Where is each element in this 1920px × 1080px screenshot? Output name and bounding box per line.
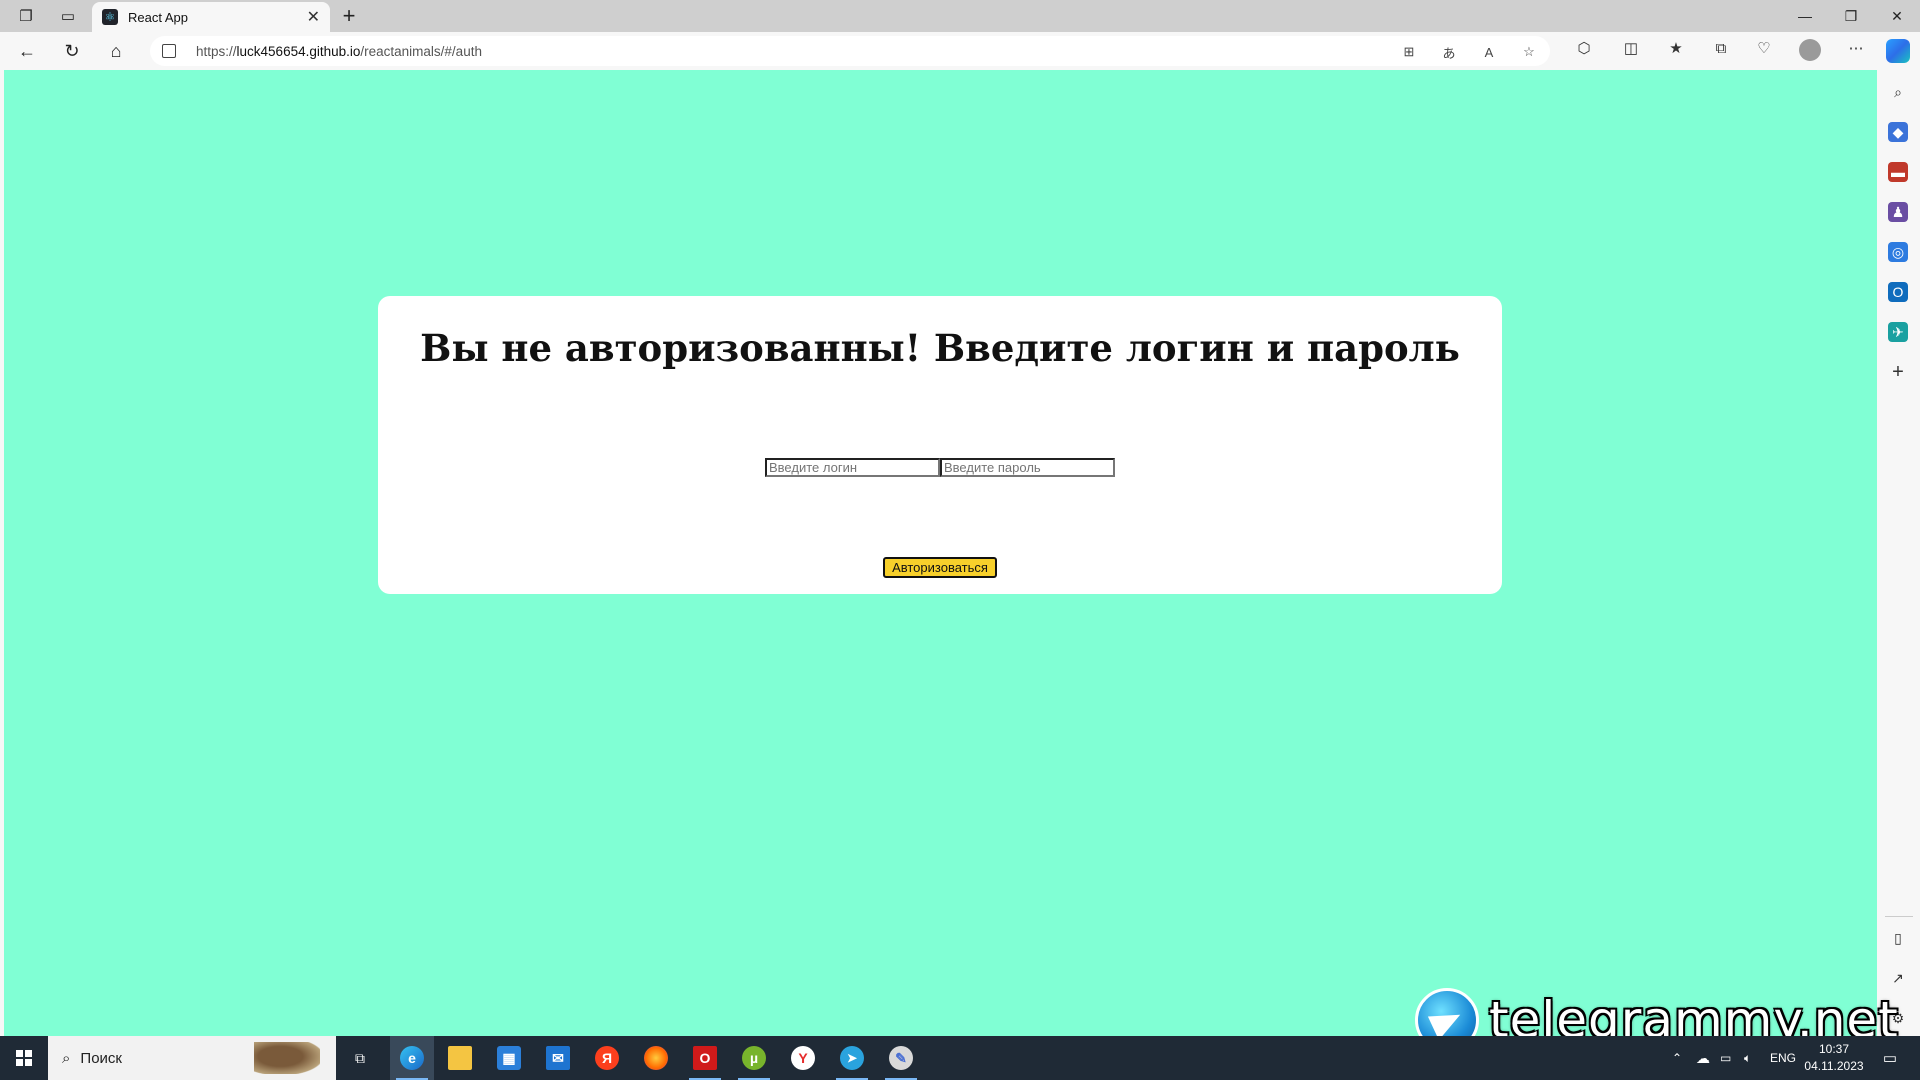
edge-taskbar-icon[interactable]: e bbox=[396, 1042, 428, 1074]
translate-icon[interactable]: あ bbox=[1440, 43, 1458, 61]
mail-icon[interactable]: ✉ bbox=[542, 1042, 574, 1074]
app-available-icon[interactable]: ⊞ bbox=[1400, 43, 1418, 61]
shopping-tag-icon[interactable]: ◆ bbox=[1888, 122, 1908, 142]
telegram-icon[interactable]: ➤ bbox=[836, 1042, 868, 1074]
react-icon: ⚛ bbox=[102, 9, 118, 25]
tab-title: React App bbox=[128, 9, 188, 25]
add-sidebar-app-icon[interactable]: + bbox=[1888, 361, 1908, 383]
games-icon[interactable]: ♟ bbox=[1888, 202, 1908, 222]
password-input[interactable] bbox=[940, 458, 1115, 477]
start-button[interactable] bbox=[0, 1036, 48, 1080]
read-aloud-icon[interactable]: A bbox=[1480, 43, 1498, 61]
active-tab[interactable]: ⚛ React App ✕ bbox=[92, 2, 330, 32]
hide-sidebar-icon[interactable]: ▯ bbox=[1888, 928, 1908, 948]
search-icon[interactable]: ⌕ bbox=[1888, 82, 1908, 102]
url-text: https://luck456654.github.io/reactanimal… bbox=[196, 43, 482, 59]
close-window-button[interactable]: ✕ bbox=[1874, 0, 1920, 32]
task-view-icon[interactable]: ⧉ bbox=[344, 1042, 376, 1074]
tab-strip: ❐ ▭ ⚛ React App ✕ + — ❐ ✕ bbox=[0, 0, 1920, 32]
credentials-row bbox=[765, 458, 1115, 477]
login-input[interactable] bbox=[765, 458, 940, 477]
profile-avatar[interactable] bbox=[1799, 39, 1821, 61]
page-viewport: Вы не авторизованны! Введите логин и пар… bbox=[4, 70, 1877, 1036]
split-screen-icon[interactable]: ◫ bbox=[1620, 37, 1642, 59]
favorites-icon[interactable]: ★ bbox=[1665, 37, 1687, 59]
extensions-icon[interactable]: ⬡ bbox=[1573, 37, 1595, 59]
paint-icon[interactable]: ✎ bbox=[885, 1042, 917, 1074]
auth-heading: Вы не авторизованны! Введите логин и пар… bbox=[420, 326, 1460, 370]
search-label: Поиск bbox=[80, 1049, 122, 1067]
authorize-button[interactable]: Авторизоваться bbox=[883, 557, 997, 578]
workspaces-icon[interactable]: ❐ bbox=[12, 4, 40, 28]
tray-chevron-icon[interactable]: ⌃ bbox=[1672, 1036, 1682, 1080]
browser-toolbar: ← ↻ ⌂ https://luck456654.github.io/react… bbox=[0, 32, 1920, 70]
notifications-icon[interactable]: ▭ bbox=[1878, 1046, 1902, 1070]
back-button[interactable]: ← bbox=[12, 37, 42, 65]
onedrive-icon[interactable]: ☁ bbox=[1696, 1036, 1710, 1080]
language-indicator[interactable]: ENG bbox=[1770, 1036, 1796, 1080]
utorrent-icon[interactable]: µ bbox=[738, 1042, 770, 1074]
tools-icon[interactable]: ▬ bbox=[1888, 162, 1908, 182]
tab-actions-icon[interactable]: ▭ bbox=[54, 4, 82, 28]
close-tab-icon[interactable]: ✕ bbox=[307, 7, 320, 27]
opera-icon[interactable]: O bbox=[689, 1042, 721, 1074]
drop-icon[interactable]: ✈ bbox=[1888, 322, 1908, 342]
open-external-icon[interactable]: ↗ bbox=[1888, 968, 1908, 988]
windows-taskbar: ⌕ Поиск ⧉ e ▦ ✉ Я O µ Y ➤ ✎ ⌃ ☁ ▭ 🔈︎ ENG… bbox=[0, 1036, 1920, 1080]
microsoft-store-icon[interactable]: ▦ bbox=[493, 1042, 525, 1074]
clock-time: 10:37 bbox=[1818, 1042, 1850, 1056]
search-highlight-image bbox=[254, 1042, 320, 1074]
network-icon[interactable]: ▭ bbox=[1720, 1036, 1731, 1080]
address-bar[interactable]: https://luck456654.github.io/reactanimal… bbox=[150, 36, 1550, 66]
microsoft365-icon[interactable]: ◎ bbox=[1888, 242, 1908, 262]
lock-icon[interactable] bbox=[162, 44, 176, 58]
browser-essentials-icon[interactable]: ♡ bbox=[1753, 37, 1775, 59]
edge-sidebar: ⌕ ◆ ▬ ♟ ◎ O ✈ + ▯ ↗ ⚙ bbox=[1877, 70, 1920, 1036]
yandex-icon[interactable]: Я bbox=[591, 1042, 623, 1074]
new-tab-button[interactable]: + bbox=[336, 3, 362, 29]
file-explorer-icon[interactable] bbox=[444, 1042, 476, 1074]
auth-card: Вы не авторизованны! Введите логин и пар… bbox=[378, 296, 1502, 594]
firefox-icon[interactable] bbox=[640, 1042, 672, 1074]
search-icon: ⌕ bbox=[62, 1049, 71, 1067]
more-menu-icon[interactable]: ⋯ bbox=[1845, 37, 1867, 59]
copilot-icon[interactable] bbox=[1886, 39, 1910, 63]
volume-icon[interactable]: 🔈︎ bbox=[1744, 1036, 1751, 1080]
outlook-icon[interactable]: O bbox=[1888, 282, 1908, 302]
collections-icon[interactable]: ⧉ bbox=[1710, 37, 1732, 59]
sidebar-divider bbox=[1885, 916, 1913, 917]
clock-date: 04.11.2023 bbox=[1804, 1059, 1864, 1073]
clock[interactable]: 10:37 04.11.2023 bbox=[1798, 1041, 1870, 1075]
favorite-star-icon[interactable]: ☆ bbox=[1520, 43, 1538, 61]
reload-button[interactable]: ↻ bbox=[57, 37, 87, 65]
windows-logo-icon bbox=[16, 1050, 32, 1066]
yandex-browser-icon[interactable]: Y bbox=[787, 1042, 819, 1074]
minimize-button[interactable]: — bbox=[1782, 0, 1828, 32]
home-button[interactable]: ⌂ bbox=[101, 37, 131, 65]
taskbar-search[interactable]: ⌕ Поиск bbox=[48, 1036, 336, 1080]
restore-button[interactable]: ❐ bbox=[1828, 0, 1874, 32]
